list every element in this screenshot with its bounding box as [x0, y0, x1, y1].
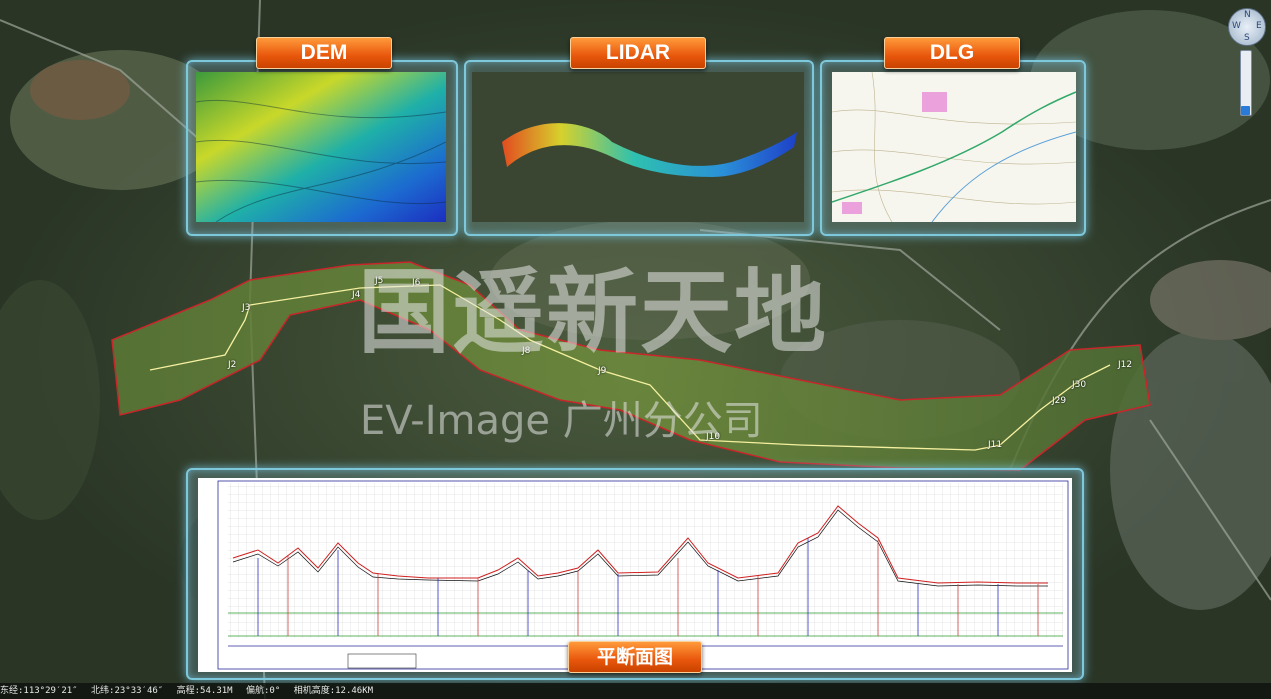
heading-readout: 偏航:0°: [246, 686, 281, 696]
profile-tag[interactable]: 平断面图: [568, 641, 702, 673]
dlg-panel[interactable]: [820, 60, 1086, 236]
watermark-cn: 国遥新天地: [358, 259, 829, 366]
route-label-j29: J29: [1052, 396, 1067, 406]
lidar-panel[interactable]: [464, 60, 814, 236]
dem-tag[interactable]: DEM: [256, 37, 392, 69]
camera-height-readout: 相机高度:12.46KM: [293, 686, 374, 696]
watermark-en: EV-Image 广州分公司: [360, 398, 763, 444]
dlg-image: [832, 72, 1076, 222]
latitude-readout: 北纬:23°33′46″: [91, 686, 164, 696]
nav-west-arrow[interactable]: W: [1232, 21, 1241, 31]
route-label-j3: J3: [242, 303, 251, 313]
dem-image: [196, 72, 446, 222]
route-label-j30: J30: [1072, 380, 1087, 390]
zoom-slider-handle[interactable]: [1241, 106, 1250, 115]
route-label-j11: J11: [988, 440, 1003, 450]
route-label-j2: J2: [228, 360, 237, 370]
lidar-tag[interactable]: LIDAR: [570, 37, 706, 69]
nav-east-arrow[interactable]: E: [1256, 21, 1262, 31]
lidar-image: [472, 72, 804, 222]
route-label-j12: J12: [1118, 360, 1133, 370]
status-bar: 东经:113°29′21″ 北纬:23°33′46″ 高程:54.31M 偏航:…: [0, 683, 1271, 699]
nav-south-arrow[interactable]: S: [1244, 33, 1250, 43]
dlg-tag[interactable]: DLG: [884, 37, 1020, 69]
dem-panel[interactable]: [186, 60, 458, 236]
navigation-compass[interactable]: N S W E: [1228, 8, 1266, 46]
longitude-readout: 东经:113°29′21″: [0, 686, 78, 696]
elevation-readout: 高程:54.31M: [176, 686, 233, 696]
nav-north-arrow[interactable]: N: [1244, 10, 1251, 20]
